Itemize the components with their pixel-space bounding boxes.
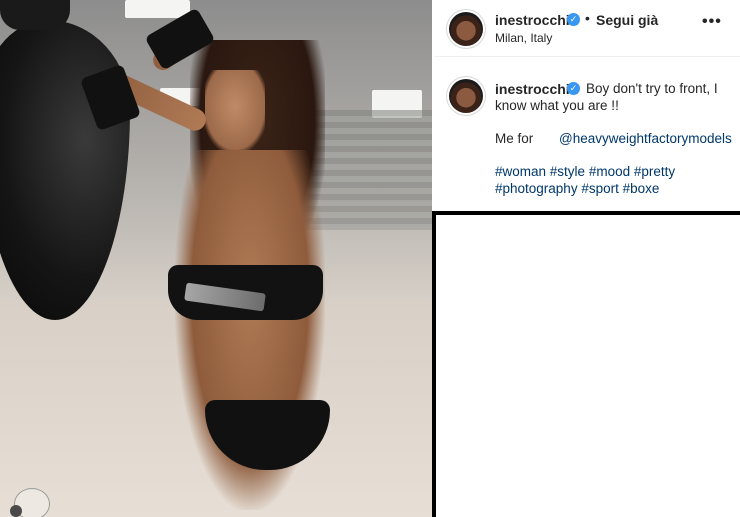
post-side-panel: inestrocchia ✓ • Segui già Milan, Italy …	[435, 0, 740, 214]
mention-link[interactable]: @heavyweightfactorymodels	[559, 131, 732, 146]
hashtag-link[interactable]: #mood	[589, 164, 630, 179]
separator-dot: •	[585, 10, 590, 26]
more-options-icon[interactable]: •••	[702, 12, 726, 32]
location-link[interactable]: Milan, Italy	[495, 31, 552, 45]
hashtag-link[interactable]: #woman	[495, 164, 546, 179]
caption-text: Boy don't try to front, I	[586, 81, 718, 96]
punching-bag-top	[0, 0, 70, 30]
punching-bag	[0, 20, 130, 320]
hashtag-link[interactable]: #style	[550, 164, 585, 179]
caption-avatar[interactable]	[449, 79, 483, 113]
tagged-people-icon[interactable]	[10, 505, 22, 517]
hashtag-link[interactable]: #boxe	[623, 181, 660, 196]
person-face	[205, 70, 265, 150]
avatar[interactable]	[449, 12, 483, 46]
empty-area	[436, 215, 740, 517]
hashtag-row: #woman #style #mood #pretty	[495, 163, 735, 180]
caption-username-link[interactable]: inestrocchia	[495, 81, 577, 97]
username-link[interactable]: inestrocchia	[495, 12, 577, 28]
hashtags: #woman #style #mood #pretty #photography…	[495, 163, 735, 197]
hashtag-link[interactable]: #sport	[581, 181, 619, 196]
post-header: inestrocchia ✓ • Segui già Milan, Italy …	[435, 0, 740, 57]
hashtag-link[interactable]: #photography	[495, 181, 578, 196]
verified-badge-icon: ✓	[567, 82, 580, 95]
verified-badge-icon: ✓	[567, 13, 580, 26]
post-photo[interactable]	[0, 0, 432, 517]
caption-text: Me for	[495, 131, 534, 146]
hashtag-link[interactable]: #pretty	[634, 164, 675, 179]
hashtag-row: #photography #sport #boxe	[495, 180, 735, 197]
ceiling-light	[125, 0, 190, 18]
following-button[interactable]: Segui già	[596, 12, 658, 28]
caption-text: know what you are !!	[495, 98, 619, 113]
